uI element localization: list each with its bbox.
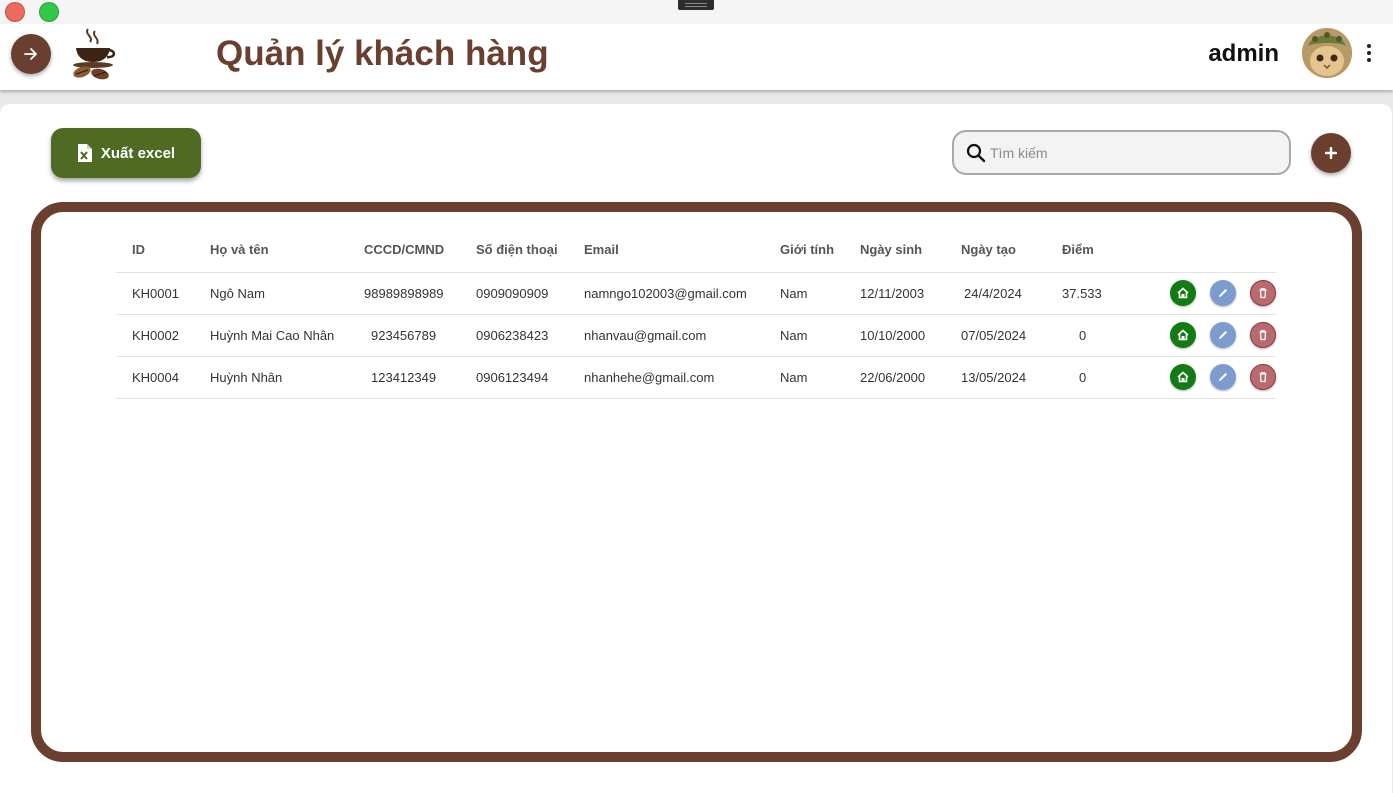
nav-toggle-button[interactable] (11, 34, 51, 74)
main-card: Xuất excel ID Họ và tên CCCD/CMND Số điệ… (0, 104, 1392, 793)
pencil-icon (1219, 373, 1227, 381)
view-details-button[interactable] (1170, 364, 1196, 390)
column-header[interactable]: CCCD/CMND (348, 228, 460, 273)
column-header[interactable]: Giới tính (764, 228, 844, 273)
table-row[interactable]: KH0001 Ngô Nam 98989898989 0909090909 na… (116, 272, 1276, 315)
cell-name: Ngô Nam (194, 272, 348, 315)
delete-button[interactable] (1250, 280, 1276, 306)
more-options-button[interactable] (1360, 41, 1378, 67)
cell-phone: 0906238423 (460, 314, 568, 357)
cell-gender: Nam (764, 314, 844, 357)
customer-table: ID Họ và tên CCCD/CMND Số điện thoại Ema… (116, 228, 1276, 399)
view-details-button[interactable] (1170, 280, 1196, 306)
window-drag-handle[interactable] (678, 0, 714, 10)
column-header[interactable]: Ngày tạo (945, 228, 1046, 273)
plus-icon (1325, 147, 1337, 159)
column-header[interactable]: Ngày sinh (844, 228, 945, 273)
pencil-icon (1219, 289, 1227, 297)
cell-idcard: 98989898989 (348, 272, 460, 315)
trash-icon (1259, 288, 1267, 299)
table-row[interactable]: KH0002 Huỳnh Mai Cao Nhân 923456789 0906… (116, 314, 1276, 357)
app-header: Quản lý khách hàng admin (0, 24, 1393, 90)
table-row[interactable]: KH0004 Huỳnh Nhân 123412349 0906123494 n… (116, 356, 1276, 399)
cell-points: 37.533 (1046, 272, 1116, 315)
view-details-button[interactable] (1170, 322, 1196, 348)
edit-button[interactable] (1210, 364, 1236, 390)
edit-button[interactable] (1210, 322, 1236, 348)
cell-name: Huỳnh Nhân (194, 356, 348, 399)
cat-avatar-icon (1302, 28, 1352, 78)
delete-button[interactable] (1250, 322, 1276, 348)
column-header (1116, 228, 1276, 273)
window-titlebar (0, 0, 1393, 24)
cell-points: 0 (1046, 314, 1116, 357)
cell-created: 07/05/2024 (945, 314, 1046, 357)
user-avatar[interactable] (1302, 28, 1352, 78)
cell-id: KH0002 (116, 314, 194, 357)
coffee-logo-icon (73, 28, 116, 80)
delete-button[interactable] (1250, 364, 1276, 390)
cell-id: KH0001 (116, 272, 194, 315)
row-actions (1116, 356, 1276, 399)
window-close-button[interactable] (5, 2, 25, 22)
cell-phone: 0906123494 (460, 356, 568, 399)
row-actions (1116, 314, 1276, 357)
trash-icon (1259, 330, 1267, 341)
cell-birthdate: 12/11/2003 (844, 272, 945, 315)
row-actions (1116, 272, 1276, 315)
cell-phone: 0909090909 (460, 272, 568, 315)
cell-email: nhanvau@gmail.com (568, 314, 764, 357)
cell-name: Huỳnh Mai Cao Nhân (194, 314, 348, 357)
more-vertical-icon (1367, 44, 1371, 48)
search-input[interactable] (990, 140, 1280, 166)
search-icon (966, 143, 986, 163)
cell-created: 13/05/2024 (945, 356, 1046, 399)
home-icon (1177, 329, 1189, 341)
column-header[interactable]: Số điện thoại (460, 228, 568, 273)
cell-points: 0 (1046, 356, 1116, 399)
trash-icon (1259, 372, 1267, 383)
cell-gender: Nam (764, 272, 844, 315)
export-excel-button[interactable]: Xuất excel (51, 128, 201, 178)
cell-birthdate: 10/10/2000 (844, 314, 945, 357)
cell-id: KH0004 (116, 356, 194, 399)
column-header[interactable]: Họ và tên (194, 228, 348, 273)
search-field[interactable] (952, 130, 1291, 175)
customer-table-frame: ID Họ và tên CCCD/CMND Số điện thoại Ema… (31, 202, 1362, 762)
cell-created: 24/4/2024 (945, 272, 1046, 315)
cell-idcard: 123412349 (348, 356, 460, 399)
arrow-right-icon (24, 48, 37, 60)
column-header[interactable]: Email (568, 228, 764, 273)
window-maximize-button[interactable] (39, 2, 59, 22)
excel-file-icon (77, 144, 92, 162)
cell-email: nhanhehe@gmail.com (568, 356, 764, 399)
home-icon (1177, 371, 1189, 383)
export-excel-label: Xuất excel (100, 144, 176, 162)
table-header-row: ID Họ và tên CCCD/CMND Số điện thoại Ema… (116, 228, 1276, 273)
cell-idcard: 923456789 (348, 314, 460, 357)
pencil-icon (1219, 331, 1227, 339)
column-header[interactable]: Điểm (1046, 228, 1116, 273)
edit-button[interactable] (1210, 280, 1236, 306)
column-header[interactable]: ID (116, 228, 194, 273)
home-icon (1177, 287, 1189, 299)
cell-email: namngo102003@gmail.com (568, 272, 764, 315)
username-label: admin (1208, 40, 1279, 67)
page-title: Quản lý khách hàng (216, 34, 549, 73)
cell-gender: Nam (764, 356, 844, 399)
add-customer-button[interactable] (1311, 133, 1351, 173)
cell-birthdate: 22/06/2000 (844, 356, 945, 399)
